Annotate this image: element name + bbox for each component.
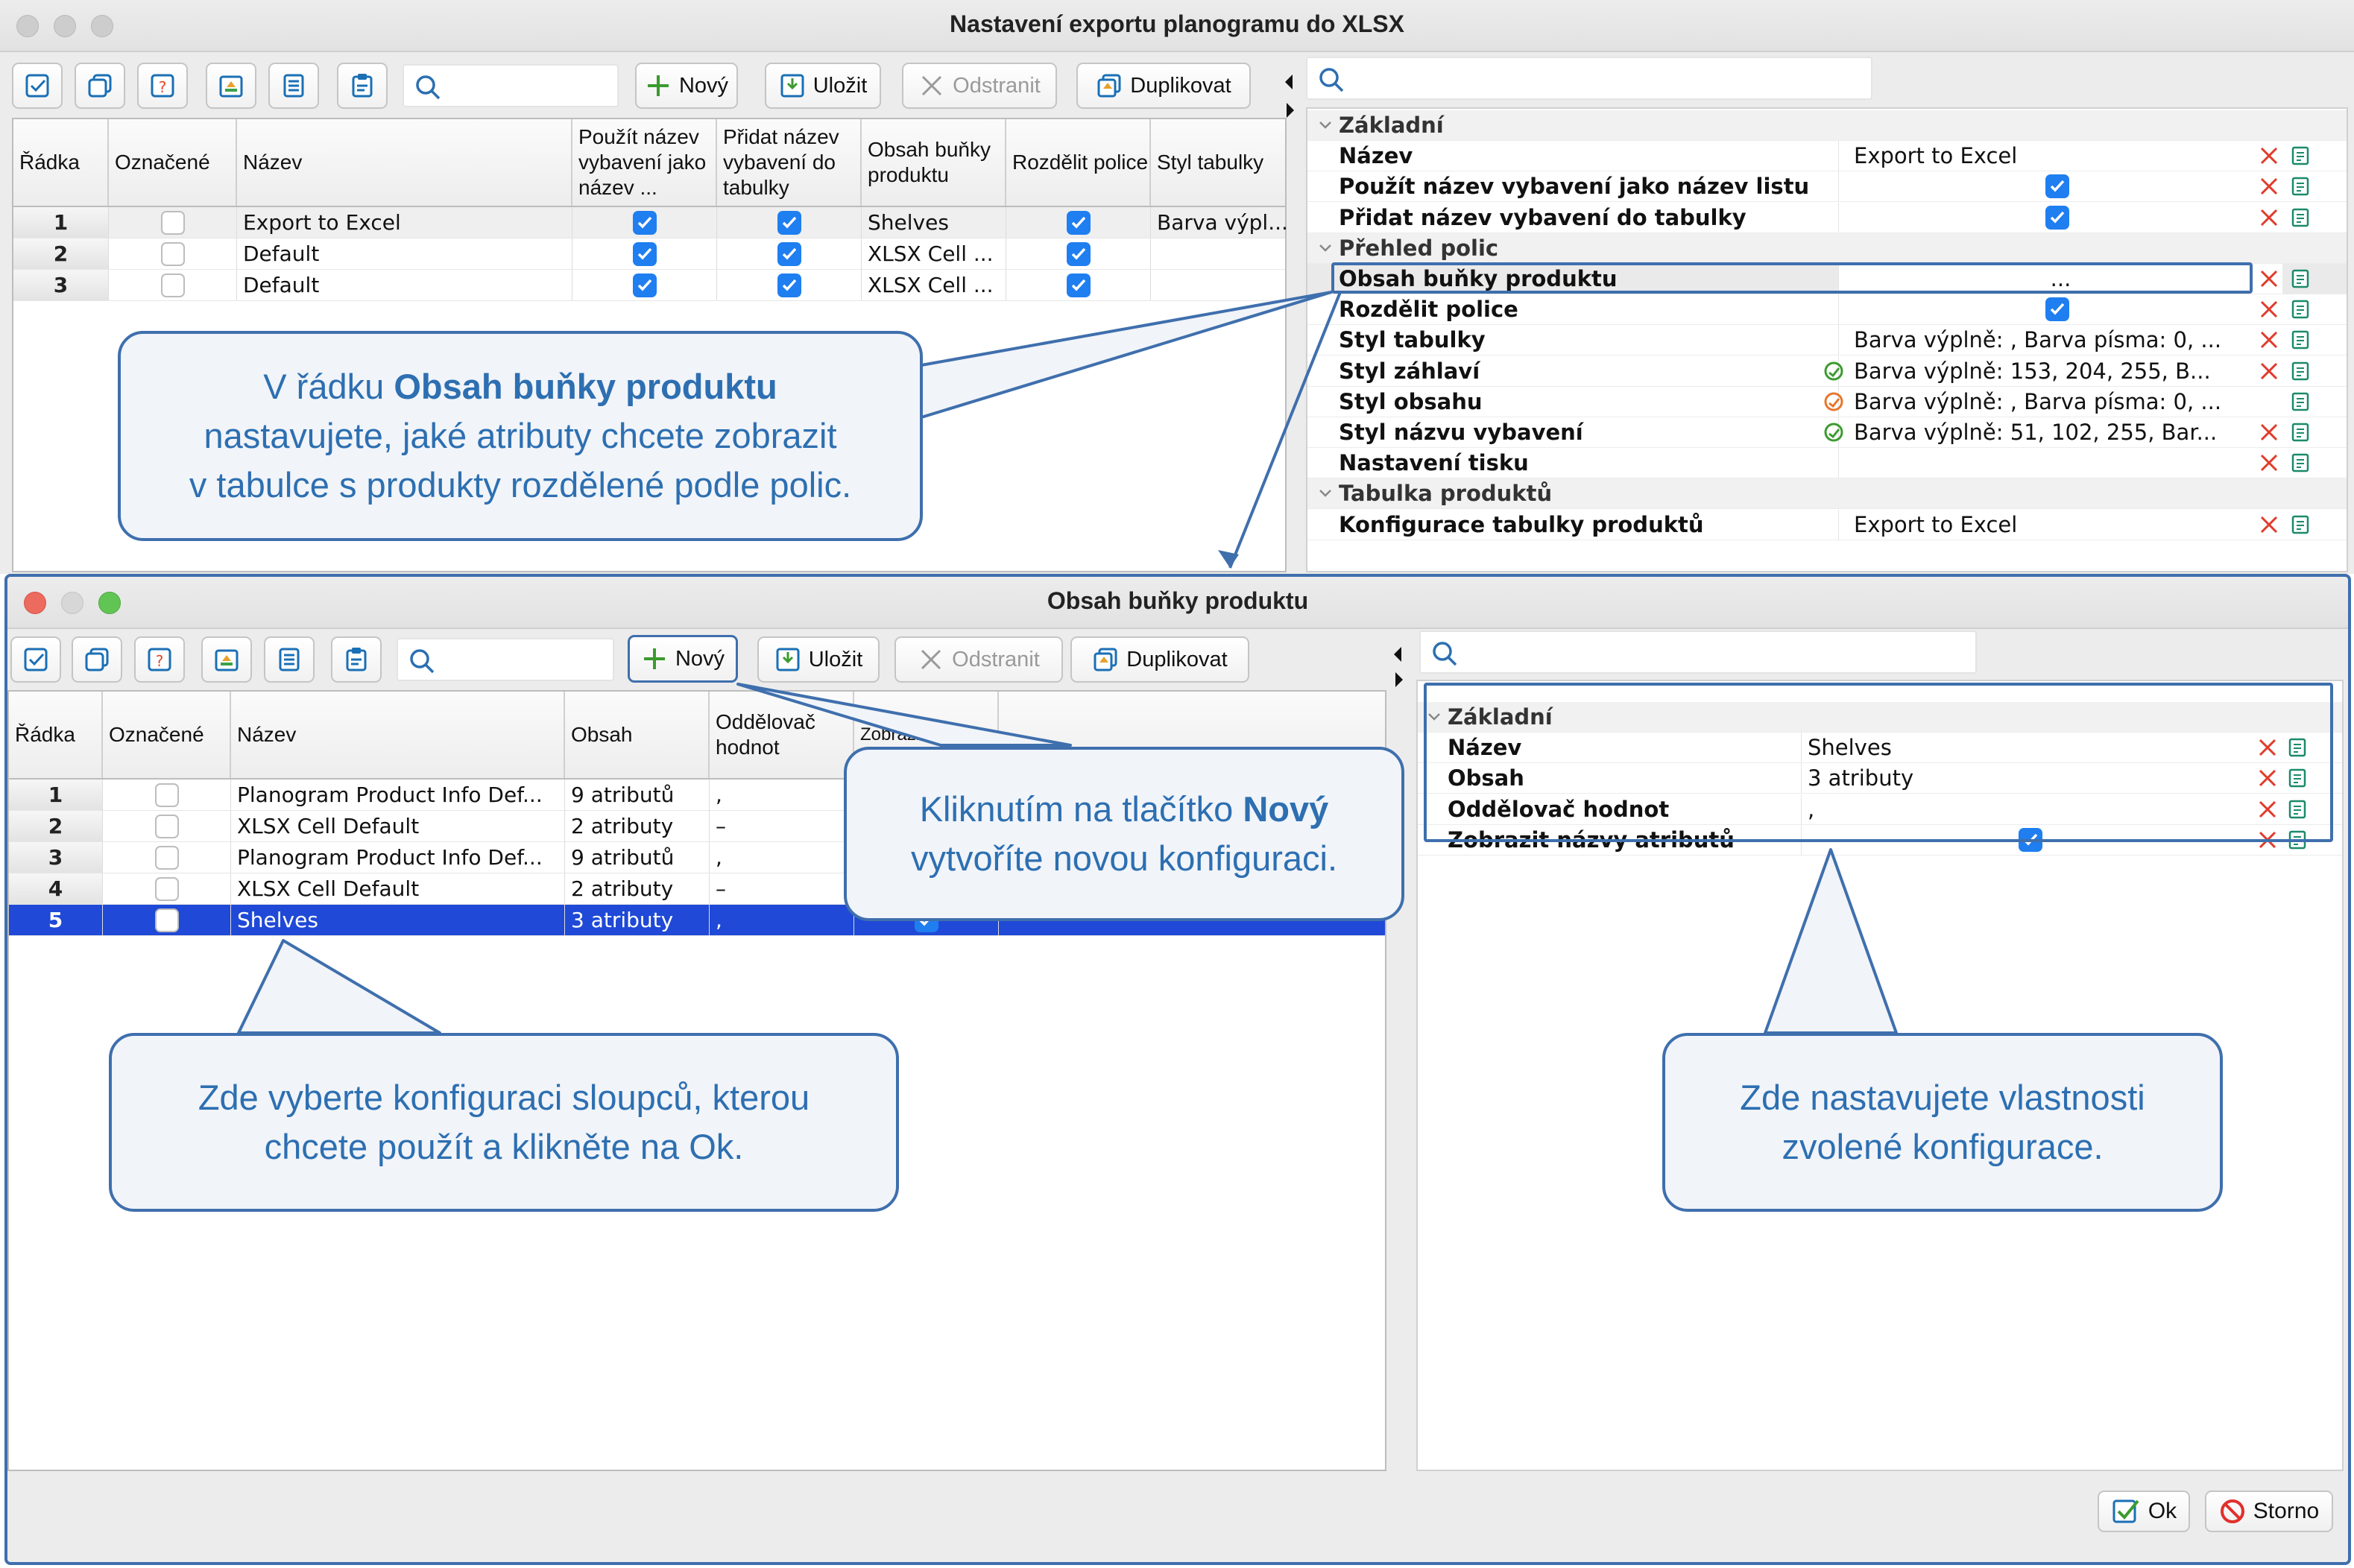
callout-4-line-1: Zde nastavujete vlastnosti [1740, 1078, 2145, 1117]
callout-new-button: Kliknutím na tlačítko Nový vytvoříte nov… [844, 747, 1404, 921]
callout-4-line-2: zvolené konfigurace. [1782, 1127, 2104, 1166]
callout-1-text-b: Obsah buňky produktu [394, 367, 777, 406]
callout-3-line-2: chcete použít a klikněte na Ok. [264, 1127, 744, 1166]
callout-cell-content: V řádku Obsah buňky produktu nastavujete… [118, 331, 923, 541]
callout-select-config: Zde vyberte konfiguraci sloupců, kterou … [109, 1033, 899, 1212]
callout-3-line-1: Zde vyberte konfiguraci sloupců, kterou [198, 1078, 810, 1117]
callout-2-text-a: Kliknutím na tlačítko [919, 789, 1243, 829]
callout-1-text-a: V řádku [263, 367, 394, 406]
callout-2-line-2: vytvoříte novou konfiguraci. [910, 838, 1338, 878]
callout-properties: Zde nastavujete vlastnosti zvolené konfi… [1662, 1033, 2223, 1212]
callout-1-line-2: nastavujete, jaké atributy chcete zobraz… [203, 416, 837, 455]
callout-1-line-3: v tabulce s produkty rozdělené podle pol… [189, 465, 852, 505]
callout-2-text-b: Nový [1243, 789, 1329, 829]
